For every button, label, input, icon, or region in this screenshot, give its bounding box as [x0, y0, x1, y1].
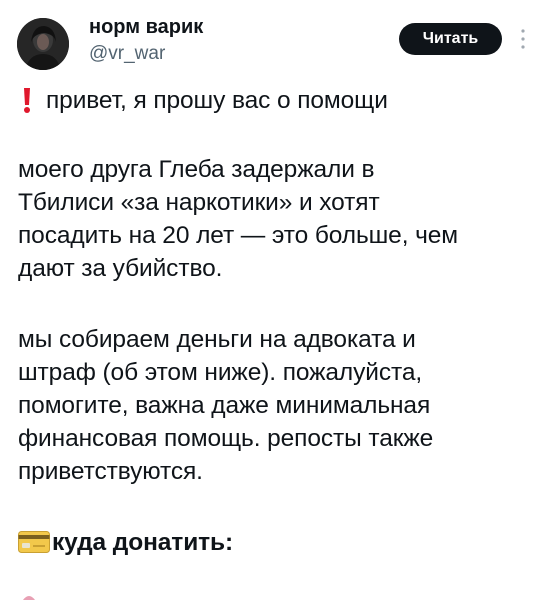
- author-names: норм варик @vr_war: [89, 14, 203, 66]
- donate-heading-line: куда донатить:: [18, 526, 538, 559]
- tweet-paragraph-1: привет, я прошу вас о помощи: [46, 87, 388, 114]
- read-button[interactable]: Читать: [399, 23, 502, 55]
- text-line: посадить на 20 лет — это больше, чем: [18, 222, 459, 249]
- tweet-text: привет, я прошу вас о помощи моего друга…: [18, 84, 538, 559]
- author-display-name[interactable]: норм варик: [89, 14, 203, 40]
- partial-emoji-icon: [23, 596, 35, 600]
- text-line: дают за убийство.: [18, 255, 223, 282]
- tweet-paragraph-2: моего друга Глеба задержали в Тбилиси «з…: [18, 153, 538, 285]
- credit-card-emoji-icon: [18, 531, 50, 553]
- text-line: Тбилиси «за наркотики» и хотят: [18, 189, 380, 216]
- tweet-paragraph-3: мы собираем деньги на адвоката и штраф (…: [18, 323, 538, 488]
- text-line: штраф (об этом ниже). пожалуйста,: [18, 359, 423, 386]
- text-line: мы собираем деньги на адвоката и: [18, 326, 416, 353]
- text-line: моего друга Глеба задержали в: [18, 156, 375, 183]
- red-exclamation-icon: [24, 87, 30, 113]
- avatar[interactable]: [17, 18, 69, 70]
- text-line: приветствуются.: [18, 458, 203, 485]
- text-line: помогите, важна даже минимальная: [18, 392, 431, 419]
- donate-heading: куда донатить:: [52, 529, 234, 556]
- tweet-header: норм варик @vr_war Читать: [0, 0, 551, 80]
- tweet-first-line: привет, я прошу вас о помощи: [18, 84, 538, 117]
- text-line: финансовая помощь. репосты также: [18, 425, 434, 452]
- author-handle[interactable]: @vr_war: [89, 42, 203, 66]
- more-vertical-icon[interactable]: [517, 26, 529, 52]
